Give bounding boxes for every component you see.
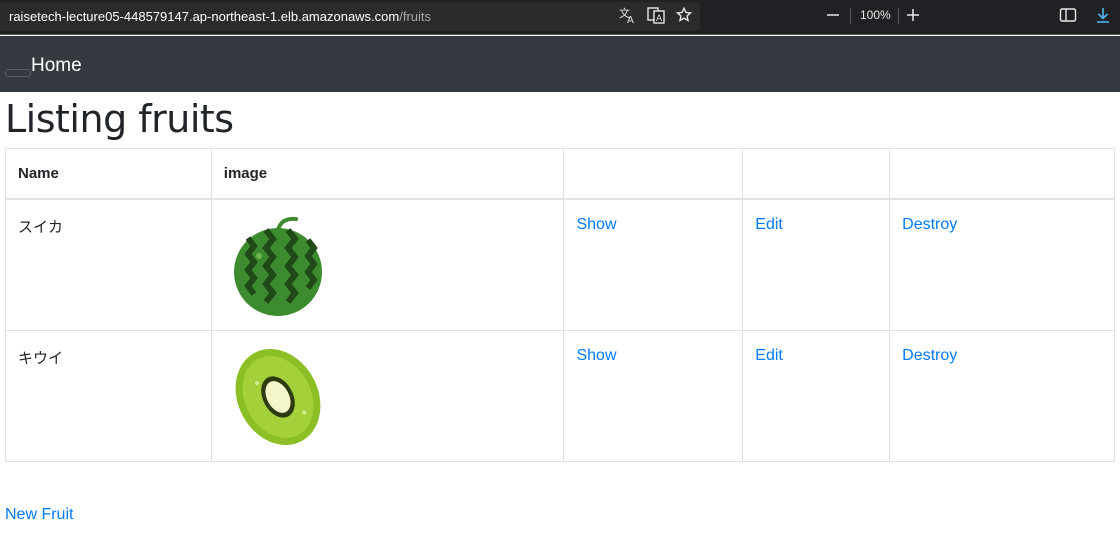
column-header-edit [742,148,891,200]
table-header-row: Name image [5,148,1115,200]
top-navbar: Home [0,36,1120,92]
fruit-image-cell [210,198,565,331]
svg-text:A: A [656,14,663,24]
read-aloud-icon[interactable]: A [647,6,665,28]
table-row: キウイ Show Edit Destroy [5,330,1115,462]
edit-link[interactable]: Edit [755,216,783,233]
page-title: Listing fruits [5,97,234,141]
browser-toolbar: raisetech-lecture05-448579147.ap-northea… [0,0,1120,35]
fruit-name: スイカ [5,198,212,331]
address-bar[interactable]: raisetech-lecture05-448579147.ap-northea… [0,2,700,31]
svg-text:A: A [627,15,634,24]
star-icon[interactable] [675,6,693,28]
edit-cell: Edit [742,198,891,331]
edit-link[interactable]: Edit [755,347,783,364]
fruit-image-cell [210,330,565,462]
new-fruit-link[interactable]: New Fruit [5,506,73,524]
navbar-toggler[interactable] [5,69,31,77]
download-icon[interactable] [1094,6,1112,28]
table-row: スイカ Show Edit Destroy [5,198,1115,331]
column-header-image: image [210,148,565,200]
edit-cell: Edit [742,330,891,462]
home-link[interactable]: Home [31,55,82,77]
show-cell: Show [563,198,744,331]
address-url[interactable]: raisetech-lecture05-448579147.ap-northea… [9,9,431,24]
fruits-table: Name image スイカ Show Edit Destroy キウイ Sho… [5,148,1115,462]
toolbar-divider [898,8,899,24]
destroy-link[interactable]: Destroy [902,347,957,364]
url-path: /fruits [399,9,432,24]
url-host: raisetech-lecture05-448579147.ap-northea… [9,9,400,24]
destroy-cell: Destroy [889,198,1115,331]
column-header-show [563,148,744,200]
show-link[interactable]: Show [576,347,616,364]
show-cell: Show [563,330,744,462]
fruit-name: キウイ [5,330,212,462]
toolbar-divider [850,8,851,24]
translate-icon[interactable]: 文A [619,6,637,28]
zoom-in-icon[interactable] [906,6,920,28]
column-header-name: Name [5,148,212,200]
split-screen-icon[interactable] [1059,6,1077,28]
show-link[interactable]: Show [576,216,616,233]
zoom-out-icon[interactable] [826,6,840,28]
kiwi-image [235,349,321,445]
destroy-cell: Destroy [889,330,1115,462]
zoom-level: 100% [860,8,891,22]
watermelon-image [233,216,322,316]
column-header-destroy [889,148,1115,200]
destroy-link[interactable]: Destroy [902,216,957,233]
